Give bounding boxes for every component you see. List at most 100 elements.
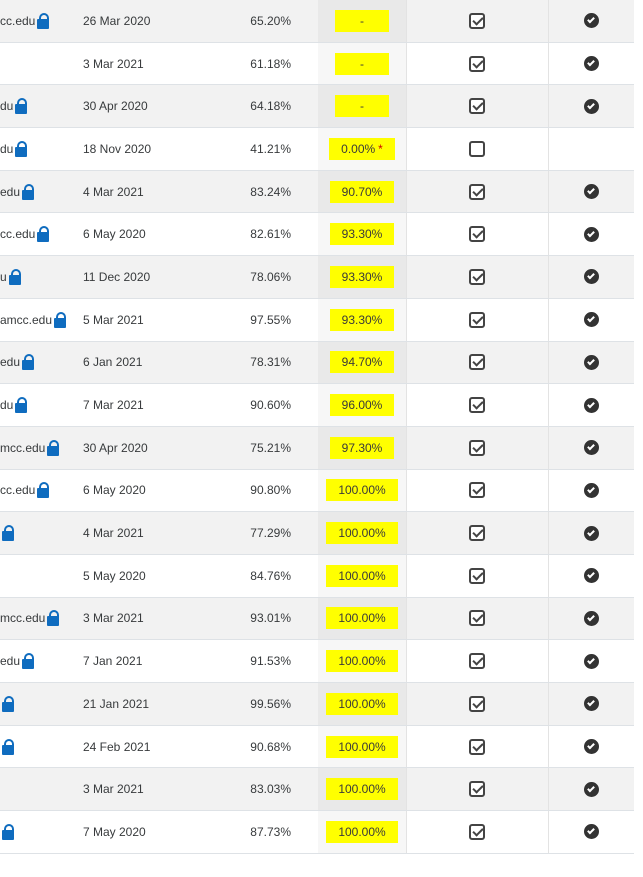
verified-badge-icon <box>584 270 598 284</box>
checked-checkbox[interactable] <box>469 567 485 584</box>
checked-checkbox[interactable] <box>469 268 485 285</box>
score-cell[interactable]: - <box>318 85 406 128</box>
score-cell[interactable]: 93.30% <box>318 256 406 298</box>
verified-badge-icon <box>584 441 598 455</box>
lock-icon[interactable] <box>2 738 14 755</box>
table-row: cc.edu 26 Mar 2020 65.20% - <box>0 0 634 43</box>
checked-checkbox[interactable] <box>469 311 485 328</box>
score-cell[interactable]: 93.30% <box>318 298 406 341</box>
lock-icon[interactable] <box>15 140 28 157</box>
score-cell[interactable]: 100.00% <box>318 554 406 597</box>
checked-checkbox[interactable] <box>469 98 485 115</box>
score-highlight: - <box>335 52 389 75</box>
checked-checkbox[interactable] <box>469 482 485 499</box>
lock-icon[interactable] <box>22 183 35 200</box>
date-cell: 24 Feb 2021 <box>83 739 151 754</box>
column-divider <box>406 640 407 682</box>
score-cell[interactable]: 90.70% <box>318 170 406 213</box>
lock-icon[interactable] <box>47 439 60 456</box>
status-cell <box>583 512 599 554</box>
status-cell <box>583 726 599 768</box>
lock-icon[interactable] <box>8 268 21 285</box>
email-text: edu <box>0 654 21 669</box>
column-divider <box>406 597 407 640</box>
score-value: 0.00% <box>341 141 376 156</box>
column-divider <box>406 725 407 768</box>
score-cell[interactable]: 100.00% <box>318 512 406 554</box>
email-cell <box>0 512 78 554</box>
column-divider <box>548 384 549 426</box>
lock-icon[interactable] <box>22 354 35 371</box>
checked-checkbox[interactable] <box>469 397 485 414</box>
lock-icon[interactable] <box>37 12 50 29</box>
date-cell: 6 May 2020 <box>83 227 146 242</box>
checked-checkbox[interactable] <box>469 781 485 798</box>
score-highlight: 90.70% <box>329 180 395 203</box>
lock-icon[interactable] <box>37 226 50 243</box>
status-cell <box>583 128 599 170</box>
score-highlight: 100.00% <box>326 479 398 502</box>
date-cell: 7 May 2020 <box>83 824 146 839</box>
column-divider <box>548 298 549 341</box>
score-cell[interactable]: 100.00% <box>318 725 406 768</box>
checked-checkbox[interactable] <box>469 226 485 243</box>
percentage-cell: 61.18% <box>250 56 291 71</box>
date-cell: 11 Dec 2020 <box>83 269 151 284</box>
score-cell[interactable]: 100.00% <box>318 469 406 512</box>
score-highlight: 100.00% <box>326 522 398 545</box>
score-value: 100.00% <box>338 824 386 839</box>
score-cell[interactable]: 97.30% <box>318 426 406 469</box>
score-cell[interactable]: 94.70% <box>318 341 406 384</box>
email-cell: u <box>0 256 78 298</box>
email-text: cc.edu <box>0 13 36 28</box>
column-divider <box>548 725 549 768</box>
unchecked-checkbox[interactable] <box>469 140 485 157</box>
lock-icon[interactable] <box>54 311 67 328</box>
email-cell: mcc.edu <box>0 427 78 469</box>
lock-icon[interactable] <box>2 823 14 840</box>
lock-icon[interactable] <box>47 610 60 627</box>
score-cell[interactable]: - <box>318 0 406 42</box>
score-cell[interactable]: 100.00% <box>318 768 406 811</box>
score-cell[interactable]: 100.00% <box>318 683 406 725</box>
score-cell[interactable]: 100.00% <box>318 597 406 640</box>
status-cell <box>583 43 599 85</box>
lock-icon[interactable] <box>22 653 35 670</box>
percentage-cell: 90.68% <box>250 739 291 754</box>
date-cell: 5 May 2020 <box>83 568 146 583</box>
checked-checkbox[interactable] <box>469 738 485 755</box>
status-cell <box>583 0 599 42</box>
checked-checkbox[interactable] <box>469 55 485 72</box>
checked-checkbox[interactable] <box>469 525 485 542</box>
checked-checkbox[interactable] <box>469 610 485 627</box>
lock-icon[interactable] <box>15 397 28 414</box>
lock-icon[interactable] <box>15 98 28 115</box>
checked-checkbox[interactable] <box>469 12 485 29</box>
lock-icon[interactable] <box>37 482 50 499</box>
table-row: u 11 Dec 2020 78.06% 93.30% <box>0 256 634 299</box>
include-checkbox-cell <box>467 43 487 85</box>
email-cell: du <box>0 85 78 127</box>
score-cell[interactable]: 93.30% <box>318 213 406 256</box>
checked-checkbox[interactable] <box>469 354 485 371</box>
lock-icon[interactable] <box>2 695 14 712</box>
checked-checkbox[interactable] <box>469 439 485 456</box>
include-checkbox-cell <box>467 171 487 213</box>
verified-badge-icon <box>584 355 598 369</box>
score-cell[interactable]: 0.00% * <box>318 128 406 170</box>
verified-badge-icon <box>584 227 598 241</box>
column-divider <box>406 298 407 341</box>
checked-checkbox[interactable] <box>469 653 485 670</box>
score-cell[interactable]: 100.00% <box>318 640 406 682</box>
score-value: 100.00% <box>338 739 386 754</box>
column-divider <box>406 768 407 811</box>
score-cell[interactable]: - <box>318 42 406 85</box>
checked-checkbox[interactable] <box>469 695 485 712</box>
lock-icon[interactable] <box>2 525 14 542</box>
score-cell[interactable]: 100.00% <box>318 811 406 853</box>
score-highlight: 93.30% <box>329 308 395 331</box>
checked-checkbox[interactable] <box>469 183 485 200</box>
score-cell[interactable]: 96.00% <box>318 384 406 426</box>
date-cell: 7 Jan 2021 <box>83 654 143 669</box>
checked-checkbox[interactable] <box>469 823 485 840</box>
